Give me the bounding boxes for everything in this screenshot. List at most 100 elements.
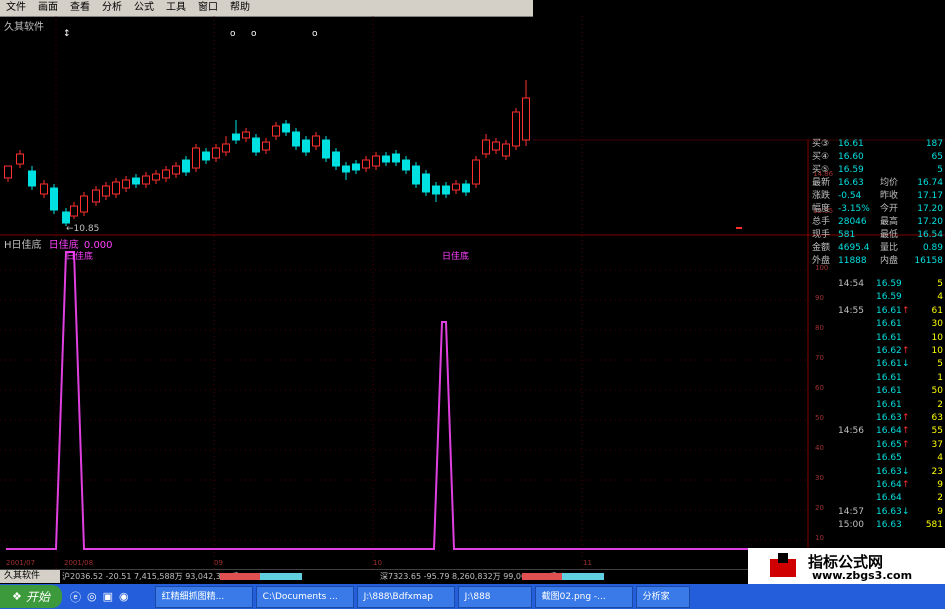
candle-body [112, 181, 120, 195]
quote-row: 金额 4695.4 量比 0.89 [810, 242, 945, 255]
candle-body [252, 137, 260, 153]
tick-t: 14:54 [838, 279, 864, 289]
menu-item[interactable]: 查看 [64, 0, 96, 16]
taskbar: ❖ 开始 ⓔ ◎ ▣ ◉ 红精细抓图精... C:\Documents ... … [0, 584, 945, 609]
quote-v: 4695.4 [838, 243, 870, 253]
candle-body [452, 183, 460, 191]
candle-body [432, 185, 440, 195]
tick-row: 16.63 ↑ 63 [810, 412, 945, 425]
taskbar-item[interactable]: 分析家 [635, 585, 690, 608]
candle-body [292, 131, 300, 147]
candle-body [322, 139, 330, 159]
tick-vol: 5 [937, 279, 943, 289]
quick-launch-media-icon[interactable]: ◉ [119, 590, 129, 603]
quote-v2: 0.89 [922, 243, 943, 253]
candle-body [40, 183, 48, 195]
tick-vol: 581 [925, 520, 943, 531]
quote-row: 最新 16.63 均价 16.74 [810, 177, 945, 190]
peak-label: 日佳底 [442, 252, 470, 262]
tick-a: ↓ [902, 359, 910, 370]
candle-body [412, 165, 420, 185]
tick-a: ↑ [902, 439, 910, 450]
quote-row: 现手 581 最低 16.54 [810, 229, 945, 242]
quick-launch-ie-icon[interactable]: ⓔ [70, 589, 81, 605]
menu-item[interactable]: 文件 [0, 0, 32, 16]
tick-t: 15:00 [838, 520, 864, 531]
chart-grid [0, 16, 945, 569]
tick-row: 16.64 ↑ 9 [810, 479, 945, 492]
tick-vol: 9 [937, 506, 943, 517]
candle-body [502, 143, 510, 157]
candle-body [262, 141, 270, 151]
candle-body [182, 159, 190, 173]
candle-body [362, 159, 370, 169]
menu-item[interactable]: 公式 [128, 0, 160, 16]
indicator-title: H日佳底 日佳底 0.000 [4, 236, 113, 251]
quote-l: 最新 [812, 178, 831, 188]
quote-row: 买⑤ 16.59 5 [810, 164, 945, 177]
taskbar-item[interactable]: J:\888 [457, 585, 532, 608]
tick-a: ↓ [902, 506, 910, 517]
tick-p: 16.63 [876, 466, 902, 477]
quote-v2: 16.74 [917, 178, 943, 188]
quote-v2: 16158 [914, 256, 943, 266]
menu-item[interactable]: 帮助 [224, 0, 256, 16]
candle-body [342, 165, 350, 173]
date-label: 2001/08 [64, 559, 94, 567]
indicator-line [6, 251, 808, 550]
quote-l: 买⑤ [812, 165, 830, 175]
tick-row: 16.62 ↑ 10 [810, 345, 945, 358]
tick-p: 16.64 [876, 493, 902, 504]
quote-v: -3.15% [838, 204, 870, 214]
quote-row: 外盘 11888 内盘 16158 [810, 255, 945, 268]
watermark: 指标公式网 www.zbgs3.com [748, 548, 945, 584]
tick-p: 16.61 [876, 332, 902, 343]
quote-l2: 内盘 [880, 256, 899, 266]
tick-vol: 37 [931, 439, 943, 450]
candle-body [50, 187, 58, 211]
quote-l2: 均价 [880, 178, 899, 188]
windows-logo-icon: ❖ [12, 590, 22, 603]
tick-p: 16.65 [876, 453, 902, 464]
quote-v: -0.54 [838, 191, 862, 201]
candle-body [102, 185, 110, 197]
quote-v2: 187 [925, 139, 943, 149]
tick-row: 15:00 16.63 581 [810, 519, 945, 532]
candle-body [192, 147, 200, 169]
menu-item[interactable]: 工具 [160, 0, 192, 16]
quote-l: 买③ [812, 139, 830, 149]
tick-row: 16.59 4 [810, 291, 945, 304]
taskbar-item[interactable]: 截图02.png -... [534, 585, 633, 608]
tick-p: 16.64 [876, 426, 902, 437]
taskbar-item[interactable]: J:\888\Bdfxmap [356, 585, 455, 608]
taskbar-item[interactable]: C:\Documents ... [255, 585, 354, 608]
menu-item[interactable]: 分析 [96, 0, 128, 16]
date-label: 10 [373, 559, 382, 567]
menu-item[interactable]: 画面 [32, 0, 64, 16]
tick-vol: 63 [931, 413, 943, 423]
candle-body [462, 183, 470, 193]
tick-vol: 10 [931, 332, 943, 343]
sh-ratio-bar-up [220, 573, 260, 580]
tick-row: 14:56 16.64 ↑ 55 [810, 425, 945, 438]
candle-body [242, 131, 250, 139]
tick-row: 16.61 ↓ 5 [810, 358, 945, 371]
start-button[interactable]: ❖ 开始 [0, 585, 62, 608]
date-label: 09 [214, 559, 223, 567]
sz-ratio-bar-down [562, 573, 604, 580]
quick-launch-browser-icon[interactable]: ◎ [87, 590, 97, 603]
price-chart[interactable] [0, 16, 945, 569]
tick-a: ↓ [902, 466, 910, 477]
menu-item[interactable]: 窗口 [192, 0, 224, 16]
quick-launch-desktop-icon[interactable]: ▣ [103, 590, 113, 603]
quote-row: 幅度 -3.15% 今开 17.20 [810, 203, 945, 216]
low-price-label: ←10.85 [66, 224, 100, 234]
status-window-tab[interactable]: 久其软件 [0, 570, 60, 583]
quote-v: 16.59 [838, 165, 864, 175]
taskbar-item[interactable]: 红精细抓图精... [154, 585, 253, 608]
tick-p: 16.62 [876, 346, 902, 356]
tick-p: 16.63 [876, 413, 902, 423]
tick-row: 16.63 ↓ 23 [810, 466, 945, 479]
candle-body [92, 189, 100, 203]
tick-p: 16.59 [876, 292, 902, 303]
